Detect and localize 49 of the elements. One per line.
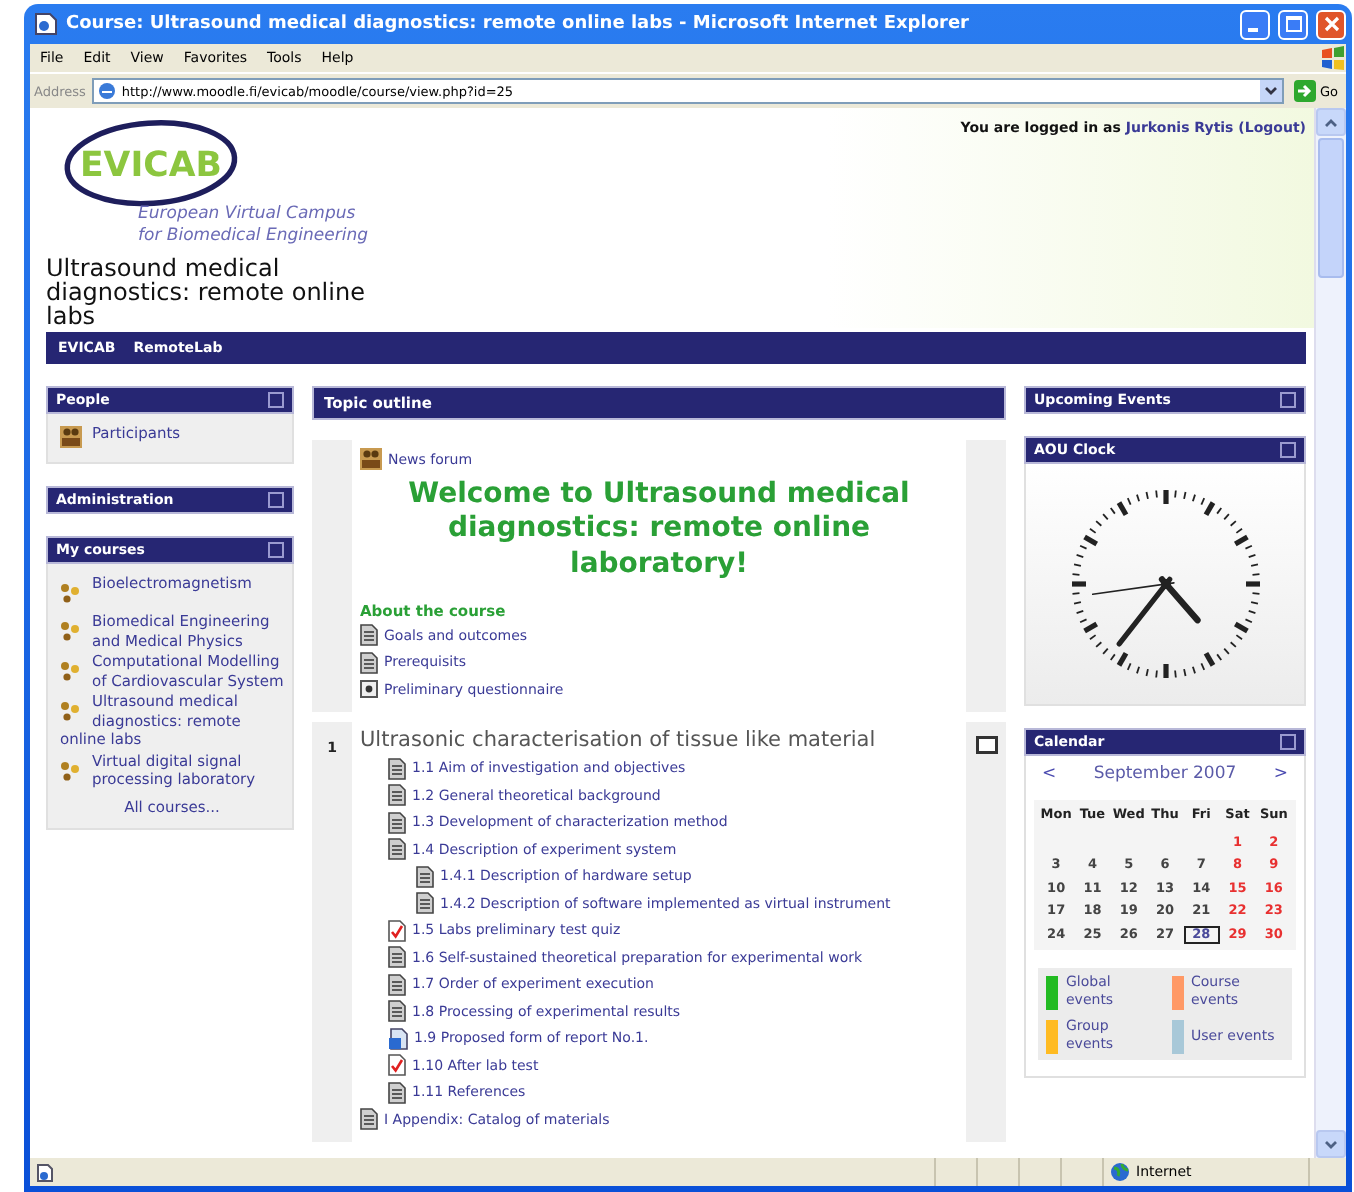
document-icon	[416, 865, 434, 888]
square-icon[interactable]	[975, 735, 997, 753]
browser-page-icon	[34, 12, 58, 36]
document-icon	[388, 757, 406, 780]
globe-icon	[1110, 1162, 1130, 1182]
close-icon	[1323, 16, 1339, 32]
people-icon	[60, 426, 82, 448]
document-icon	[388, 946, 406, 969]
flag-logo-icon	[1320, 46, 1346, 70]
document-icon	[388, 811, 406, 834]
minimize-button[interactable]	[1240, 9, 1270, 39]
window-title: Course: Ultrasound medical diagnostics: remote online labs - Microsoft Internet Explorer	[66, 14, 971, 34]
people-icon	[360, 448, 382, 471]
document-icon	[388, 784, 406, 807]
collapse-square-icon[interactable]	[268, 392, 284, 408]
radio-square-icon	[360, 680, 378, 699]
next-month-link[interactable]: >	[1273, 764, 1288, 784]
logo-tagline: for Biomedical Engineering	[138, 226, 368, 248]
previous-month-link[interactable]: <	[1042, 764, 1057, 784]
section-title: Ultrasonic characterisation of tissue like material	[360, 727, 878, 753]
logo-text: EVICAB	[80, 145, 222, 186]
caret-icon	[1263, 86, 1278, 96]
document-icon	[360, 624, 378, 647]
document-icon	[360, 651, 378, 674]
document-icon	[360, 1108, 378, 1131]
document-icon	[388, 1000, 406, 1023]
maximize-icon	[1285, 16, 1301, 32]
checked-document-icon	[388, 1054, 406, 1077]
collapse-square-icon[interactable]	[1280, 734, 1296, 750]
document-icon	[388, 1027, 408, 1050]
welcome-heading: Welcome to Ultrasound medical diagnostics: remote online laboratory!	[406, 477, 912, 582]
arrow-icon	[1293, 80, 1316, 102]
collapse-square-icon[interactable]	[268, 542, 284, 558]
scrollbar-thumb[interactable]	[1318, 138, 1344, 278]
maximize-button[interactable]	[1278, 9, 1308, 39]
collapse-square-icon[interactable]	[1280, 442, 1296, 458]
checked-document-icon	[388, 919, 406, 942]
collapse-square-icon[interactable]	[1280, 392, 1296, 408]
collapse-square-icon[interactable]	[268, 492, 284, 508]
month-title[interactable]: September 2007	[1093, 764, 1237, 784]
logo-tagline: European Virtual Campus	[138, 204, 356, 226]
close-button[interactable]	[1316, 9, 1346, 39]
dropdown-button[interactable]	[1259, 80, 1282, 102]
scrollbar[interactable]	[1314, 108, 1346, 1158]
document-icon	[388, 973, 406, 996]
document-icon	[388, 838, 406, 861]
document-icon	[388, 1081, 406, 1104]
document-icon	[416, 892, 434, 915]
course-title: Ultrasound medical diagnostics: remote online labs	[46, 256, 367, 328]
